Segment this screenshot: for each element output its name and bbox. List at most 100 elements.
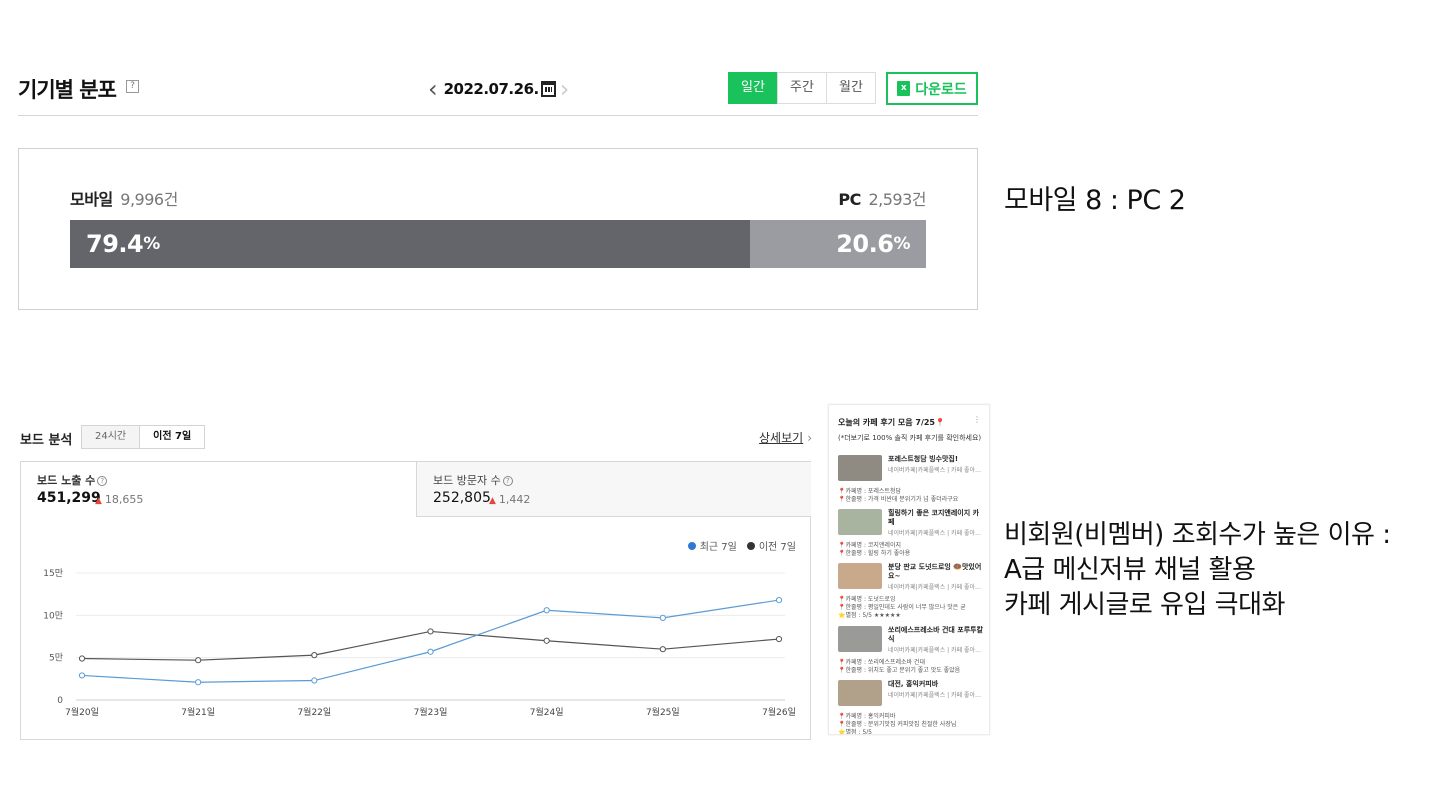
- date-navigator: ‹ 2022.07.26. ›: [428, 76, 569, 102]
- detail-link[interactable]: 상세보기 ›: [759, 429, 812, 446]
- thumbnail-image: [838, 626, 882, 652]
- phone-item-title: 쏘리에스프레소바 건대 포루투칼식: [888, 626, 984, 643]
- mobile-name: 모바일: [70, 190, 113, 209]
- reason-line-1: 비회원(비멤버) 조회수가 높은 이유 :: [1004, 520, 1391, 550]
- phone-item-source: 네이버카페|카페플렉스 | 카페 좋아…: [888, 647, 982, 654]
- calendar-icon[interactable]: [540, 81, 556, 97]
- chevron-right-icon: ›: [807, 431, 812, 445]
- legend-recent-dot: [687, 541, 696, 550]
- line-chart: 0 5만 10만 15만 7월20일 7월21일 7월22일 7월23일 7월24일 7월25일 7…: [43, 568, 796, 718]
- triangle-up-icon: ▲: [489, 496, 496, 506]
- device-share-bar: 79.4% 20.6%: [70, 220, 926, 268]
- visitors-delta-value: 1,442: [498, 493, 531, 506]
- reason-line-3: 카페 게시글로 유입 극대화: [1004, 590, 1285, 620]
- y-tick-label: 15만: [43, 568, 63, 579]
- board-chart-box: 보드 노출 수? 451,299 ▲ 18,655 보드 방문자 수? 252,8…: [20, 461, 811, 740]
- thumbnail-image: [838, 509, 882, 535]
- y-tick-label: 5만: [49, 653, 63, 664]
- visitors-value: 252,805: [433, 490, 491, 506]
- phone-item-title: 포레스트청담 빙수맛집!: [888, 455, 959, 463]
- phone-item-meta: 📍한줄평 : 위치도 좋고 분위기 좋고 맛도 좋았음: [838, 667, 961, 674]
- date-text: 2022.07.26.: [443, 80, 540, 98]
- pc-share-segment: 20.6%: [749, 220, 926, 268]
- series-line: [81, 630, 780, 661]
- phone-item-title: 분당 판교 도넛드로잉 🍩맛있어요~: [888, 563, 982, 580]
- phone-item-title: 대전, 홍익커피바: [888, 680, 939, 688]
- data-point: [311, 677, 318, 684]
- download-button[interactable]: x 다운로드: [886, 72, 978, 105]
- phone-item-meta: ⭐별점 : 5/5: [838, 729, 873, 735]
- board-header: 보드 분석 24시간 이전 7일 상세보기 ›: [20, 424, 812, 450]
- reason-note: 비회원(비멤버) 조회수가 높은 이유 : A급 메신저뷰 채널 활용 카페 게…: [1004, 518, 1391, 623]
- impressions-delta-value: 18,655: [104, 493, 144, 506]
- impressions-stat[interactable]: 보드 노출 수? 451,299 ▲ 18,655: [21, 462, 416, 517]
- phone-item-meta: ⭐별점 : 5/5 ★★★★★: [838, 612, 901, 619]
- mobile-percent-unit: %: [143, 234, 160, 254]
- board-title: 보드 분석: [20, 433, 73, 448]
- period-daily-button[interactable]: 일간: [728, 72, 778, 104]
- pc-count: 2,593건: [868, 190, 926, 209]
- impressions-delta: ▲ 18,655: [95, 493, 143, 506]
- tab-prev-7days[interactable]: 이전 7일: [139, 425, 206, 449]
- tab-24h[interactable]: 24시간: [81, 425, 141, 449]
- impressions-value: 451,299: [37, 490, 101, 506]
- visitors-label: 보드 방문자 수?: [433, 472, 513, 488]
- more-icon[interactable]: ⋮: [973, 415, 981, 424]
- period-toggle: 일간 주간 월간: [728, 72, 876, 104]
- x-tick-label: 7월20일: [65, 706, 99, 718]
- pc-label: PC 2,593건: [838, 186, 926, 210]
- excel-icon: x: [897, 81, 911, 96]
- y-tick-label: 0: [57, 696, 63, 706]
- help-icon[interactable]: ?: [126, 80, 139, 93]
- mobile-share-segment: 79.4%: [70, 220, 750, 268]
- legend-prev: 이전 7일: [758, 542, 796, 553]
- data-point: [311, 652, 318, 659]
- mobile-label: 모바일 9,996건: [70, 186, 178, 210]
- period-monthly-button[interactable]: 월간: [826, 72, 876, 104]
- x-tick-label: 7월21일: [181, 706, 215, 718]
- x-tick-label: 7월26일: [762, 706, 796, 718]
- download-label: 다운로드: [915, 81, 967, 98]
- legend-recent: 최근 7일: [699, 542, 737, 553]
- pc-name: PC: [838, 190, 861, 209]
- data-point: [775, 635, 783, 643]
- board-tabs: 24시간 이전 7일: [81, 425, 206, 449]
- chart-legend: 최근 7일 이전 7일: [678, 538, 796, 553]
- phone-item-meta: 📍한줄평 : 힐링 하기 좋아용: [838, 550, 911, 557]
- x-tick-label: 7월22일: [297, 706, 331, 718]
- thumbnail-image: [838, 563, 882, 589]
- y-tick-label: 10만: [43, 610, 63, 621]
- phone-item-source: 네이버카페|카페플렉스 | 카페 좋아…: [888, 467, 982, 474]
- triangle-up-icon: ▲: [95, 496, 102, 506]
- thumbnail-image: [838, 455, 882, 481]
- device-header: 기기별 분포 ? ‹ 2022.07.26. › 일간 주간 월간 x 다운로드: [18, 70, 978, 116]
- question-icon[interactable]: ?: [97, 476, 108, 486]
- data-point: [543, 637, 550, 644]
- data-point: [659, 614, 666, 621]
- phone-item-source: 네이버카페|카페플렉스 | 카페 좋아…: [888, 692, 982, 699]
- data-point: [775, 596, 783, 604]
- chevron-right-icon[interactable]: ›: [560, 76, 570, 102]
- pc-percent-unit: %: [893, 234, 910, 254]
- device-title: 기기별 분포: [18, 78, 117, 102]
- data-point: [427, 628, 434, 635]
- phone-item-title: 힐링하기 좋은 코지앤레이지 카페: [888, 509, 980, 526]
- data-point: [195, 657, 202, 664]
- series-line: [81, 599, 780, 683]
- legend-prev-dot: [746, 541, 755, 550]
- thumbnail-image: [838, 680, 882, 706]
- reason-line-2: A급 메신저뷰 채널 활용: [1004, 555, 1256, 585]
- detail-link-label: 상세보기: [759, 431, 804, 445]
- data-point: [659, 646, 666, 653]
- visitors-label-text: 보드 방문자 수: [433, 474, 501, 487]
- chevron-left-icon[interactable]: ‹: [428, 76, 438, 102]
- period-weekly-button[interactable]: 주간: [777, 72, 827, 104]
- question-icon[interactable]: ?: [502, 476, 513, 486]
- impressions-label-text: 보드 노출 수: [37, 474, 96, 487]
- visitors-stat[interactable]: 보드 방문자 수? 252,805 ▲ 1,442: [416, 462, 811, 517]
- x-tick-label: 7월25일: [646, 706, 680, 718]
- data-point: [78, 672, 86, 679]
- mobile-percent: 79.4: [86, 230, 144, 258]
- ratio-note: 모바일 8 : PC 2: [1004, 185, 1186, 216]
- phone-item-meta: 📍한줄평 : 가격 비싼데 분위기가 넘 좋더라구요: [838, 496, 959, 503]
